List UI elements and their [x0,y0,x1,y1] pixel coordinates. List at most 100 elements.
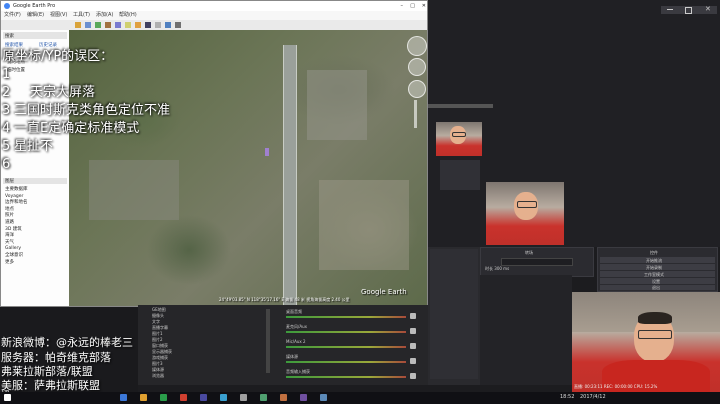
email-tool-icon[interactable] [165,22,171,28]
audio-track-label: 媒体源 [286,354,298,359]
settings-button[interactable]: 设置 [600,278,715,284]
tour-tool-icon[interactable] [115,22,121,28]
app-icon[interactable] [240,394,247,401]
glasses [517,201,537,208]
layer-item[interactable]: 照片 [5,213,28,220]
sun-tool-icon[interactable] [135,22,141,28]
overlay-number: 2 [2,85,11,100]
google-earth-window: Google Earth Pro – □ ✕ 文件(F) 编辑(E) 视图(V)… [0,0,428,307]
satellite-map-view[interactable]: Google Earth 24°49'03.85" N 118°35'17.16… [69,30,427,306]
overlay-line: 三国时斯克类角色定位不准 [14,103,171,118]
layer-label: 主要数据库 [5,187,28,192]
urban-area [307,70,367,140]
tab-search[interactable]: 搜索 [5,33,14,39]
folder-icon[interactable] [140,394,147,401]
obs-icon[interactable] [200,394,207,401]
start-icon[interactable] [4,394,11,401]
panel-divider [428,104,493,108]
close-icon[interactable]: ✕ [422,1,426,11]
audio-meter [286,376,406,378]
layer-label: 海洋 [5,233,14,239]
layer-label: 照片 [5,213,14,219]
google-earth-icon[interactable] [220,394,227,401]
audio-meter [286,346,406,348]
layer-item[interactable]: 边界和地名 [5,200,28,207]
us-server-info: 美服：萨弗拉斯联盟 [1,379,100,392]
duration-label: 时长 300 ms [485,266,510,271]
taskbar-clock[interactable]: 18:52 [560,394,574,400]
google-earth-watermark: Google Earth [361,288,407,296]
menu-edit[interactable]: 编辑(E) [27,11,44,20]
app-icon[interactable] [260,394,267,401]
media-icon[interactable] [180,394,187,401]
overlay-tool-icon[interactable] [105,22,111,28]
close-icon[interactable]: ✕ [705,5,711,13]
path-tool-icon[interactable] [95,22,101,28]
speaker-icon[interactable] [410,313,416,319]
audio-mixer-list: 桌面音频 麦克风/Aux Mic/Aux 2 媒体源 音频输入捕获 [284,307,424,383]
camera-preview-small [436,122,482,156]
exit-button[interactable]: 退出 [600,285,715,290]
minimize-icon[interactable]: – [401,1,404,11]
maximize-icon[interactable]: □ [410,1,415,11]
taskbar-date[interactable]: 2017/4/12 [580,394,606,400]
menu-tools[interactable]: 工具(T) [73,11,90,20]
transition-select[interactable] [501,258,573,266]
layer-item[interactable]: 海洋 [5,233,28,240]
speaker-icon[interactable] [410,358,416,364]
menu-add[interactable]: 添加(A) [96,11,113,20]
layer-item[interactable]: Gallery [5,246,28,253]
search-tabs: 搜索结果 历史记录 [3,41,67,48]
menu-view[interactable]: 视图(V) [50,11,67,20]
urban-area [89,160,179,220]
zoom-slider[interactable] [414,100,417,128]
controls-panel: 控件 开始推流 开始录制 工作室模式 设置 退出 [597,247,718,292]
speaker-icon[interactable] [410,343,416,349]
start-streaming-button[interactable]: 开始推流 [600,257,715,263]
audio-meter [286,331,406,333]
start-recording-button[interactable]: 开始录制 [600,264,715,270]
source-item[interactable]: 浏览器 [152,373,164,379]
move-joystick-icon[interactable] [408,80,426,98]
polygon-tool-icon[interactable] [85,22,91,28]
search-panel-header: 搜索 [3,32,67,39]
placemark-icon[interactable] [265,148,269,156]
maximize-icon[interactable] [685,7,692,14]
app-icon[interactable] [320,394,327,401]
overlay-number: 5 [2,139,11,154]
server-info: 服务器：帕奇维克部落 [1,351,111,364]
menu-help[interactable]: 帮助(H) [119,11,137,20]
browser-icon[interactable] [160,394,167,401]
audio-track-label: Mic/Aux 2 [286,339,306,344]
layer-item[interactable]: 道路 [5,220,28,227]
speaker-icon[interactable] [410,328,416,334]
layers-header-label: 图层 [5,179,14,184]
obs-status-bar: 直播: 00:23:11 REC: 00:00:00 CPU: 15.2% [574,384,658,389]
google-earth-logo-icon [4,3,10,9]
app-icon[interactable] [280,394,287,401]
look-joystick-icon[interactable] [408,58,426,76]
obs-empty-area [480,275,572,385]
speaker-icon[interactable] [410,373,416,379]
ruler-tool-icon[interactable] [155,22,161,28]
placemark-tool-icon[interactable] [75,22,81,28]
print-tool-icon[interactable] [175,22,181,28]
layer-item[interactable]: 全球意识 [5,253,28,260]
audio-track-label: 音频输入捕获 [286,369,310,374]
planet-tool-icon[interactable] [145,22,151,28]
transition-label: 转场 [525,250,533,255]
audio-meter [286,361,406,363]
minimize-icon[interactable] [667,9,673,10]
windows-taskbar: 18:52 2017/4/12 [0,392,720,404]
layer-item[interactable]: 主要数据库 [5,187,28,194]
history-tool-icon[interactable] [125,22,131,28]
ge-titlebar[interactable]: Google Earth Pro – □ ✕ [1,1,427,11]
layer-label: 地点 [5,206,14,212]
app-icon[interactable] [300,394,307,401]
menu-file[interactable]: 文件(F) [4,11,21,20]
layer-item[interactable]: 更多 [5,260,28,267]
studio-mode-button[interactable]: 工作室模式 [600,271,715,277]
compass-icon[interactable] [407,36,427,56]
layer-label: Gallery [5,246,22,252]
explorer-icon[interactable] [120,394,127,401]
